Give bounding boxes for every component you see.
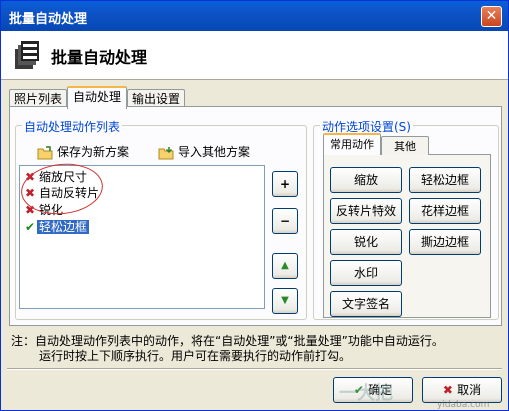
folder-open-icon [158, 146, 174, 159]
action-list-legend: 自动处理动作列表 [22, 118, 123, 135]
text-signature-button[interactable]: 文字签名 [330, 291, 402, 317]
easy-border-button[interactable]: 轻松边框 [409, 167, 481, 193]
remove-action-button[interactable]: − [272, 208, 298, 234]
arrow-up-icon: ▲ [281, 260, 289, 271]
subtab-other[interactable]: 其他 [381, 136, 429, 155]
button-label: 花样边框 [420, 204, 469, 218]
move-up-button[interactable]: ▲ [272, 253, 298, 279]
import-scheme-label: 导入其他方案 [178, 145, 251, 159]
tab-auto-process[interactable]: 自动处理 [67, 86, 127, 109]
plus-icon: + [279, 177, 291, 191]
close-icon: ✖ [442, 383, 458, 397]
watermark-button[interactable]: 水印 [330, 260, 402, 286]
button-label: 水印 [353, 266, 378, 280]
dialog-header: 批量自动处理 [1, 31, 508, 80]
window-title: 批量自动处理 [9, 12, 88, 27]
footer-divider [7, 368, 502, 370]
pattern-border-button[interactable]: 花样边框 [409, 198, 481, 224]
title-bar[interactable]: 批量自动处理 ✕ [1, 1, 508, 31]
tab-label: 自动处理 [72, 90, 121, 104]
minus-icon: − [279, 214, 291, 228]
dialog-window: 批量自动处理 ✕ 批量自动处理 照片列表 自动处理 输出设置 自动处理动作列表 … [0, 0, 509, 411]
button-label: 锐化 [353, 235, 378, 249]
header-title: 批量自动处理 [51, 48, 148, 67]
save-scheme-label: 保存为新方案 [57, 145, 130, 159]
cancel-label: 取消 [457, 383, 482, 397]
button-label: 撕边边框 [420, 235, 469, 249]
add-action-button[interactable]: + [272, 171, 298, 197]
button-label: 轻松边框 [420, 173, 469, 187]
button-label: 反转片特效 [335, 204, 396, 218]
folder-save-icon [37, 145, 53, 159]
tab-label: 照片列表 [13, 92, 62, 106]
subtab-label: 其他 [394, 140, 416, 153]
tab-label: 输出设置 [131, 92, 180, 106]
button-label: 文字签名 [341, 297, 390, 311]
reverse-film-button[interactable]: 反转片特效 [330, 198, 402, 224]
subtab-label: 常用动作 [330, 138, 374, 151]
watermark-logo: 一大把 [339, 383, 393, 404]
close-button[interactable]: ✕ [481, 6, 502, 27]
batch-process-icon [15, 41, 39, 69]
note-text: 注：自动处理动作列表中的动作，将在“自动处理”或“批量处理”功能中自动运行。 运… [11, 334, 501, 364]
button-label: 缩放 [353, 173, 378, 187]
list-item-label: 轻松边框 [37, 220, 90, 234]
arrow-down-icon: ▼ [281, 295, 289, 306]
torn-border-button[interactable]: 撕边边框 [409, 229, 481, 255]
list-item-selected[interactable]: ✔ 轻松边框 [23, 219, 90, 235]
note-line: 注：自动处理动作列表中的动作，将在“自动处理”或“批量处理”功能中自动运行。 [11, 334, 444, 348]
scale-button[interactable]: 缩放 [330, 167, 402, 193]
import-scheme-button[interactable]: 导入其他方案 [158, 142, 250, 162]
subtab-common-actions[interactable]: 常用动作 [323, 133, 381, 155]
watermark-url: yidaba.com [437, 400, 490, 410]
check-mark-icon[interactable]: ✔ [23, 219, 37, 235]
move-down-button[interactable]: ▼ [272, 288, 298, 314]
save-scheme-button[interactable]: 保存为新方案 [37, 142, 129, 162]
sharpen-button[interactable]: 锐化 [330, 229, 402, 255]
note-line: 运行时按上下顺序执行。用户可在需要执行的动作前打勾。 [39, 349, 352, 363]
